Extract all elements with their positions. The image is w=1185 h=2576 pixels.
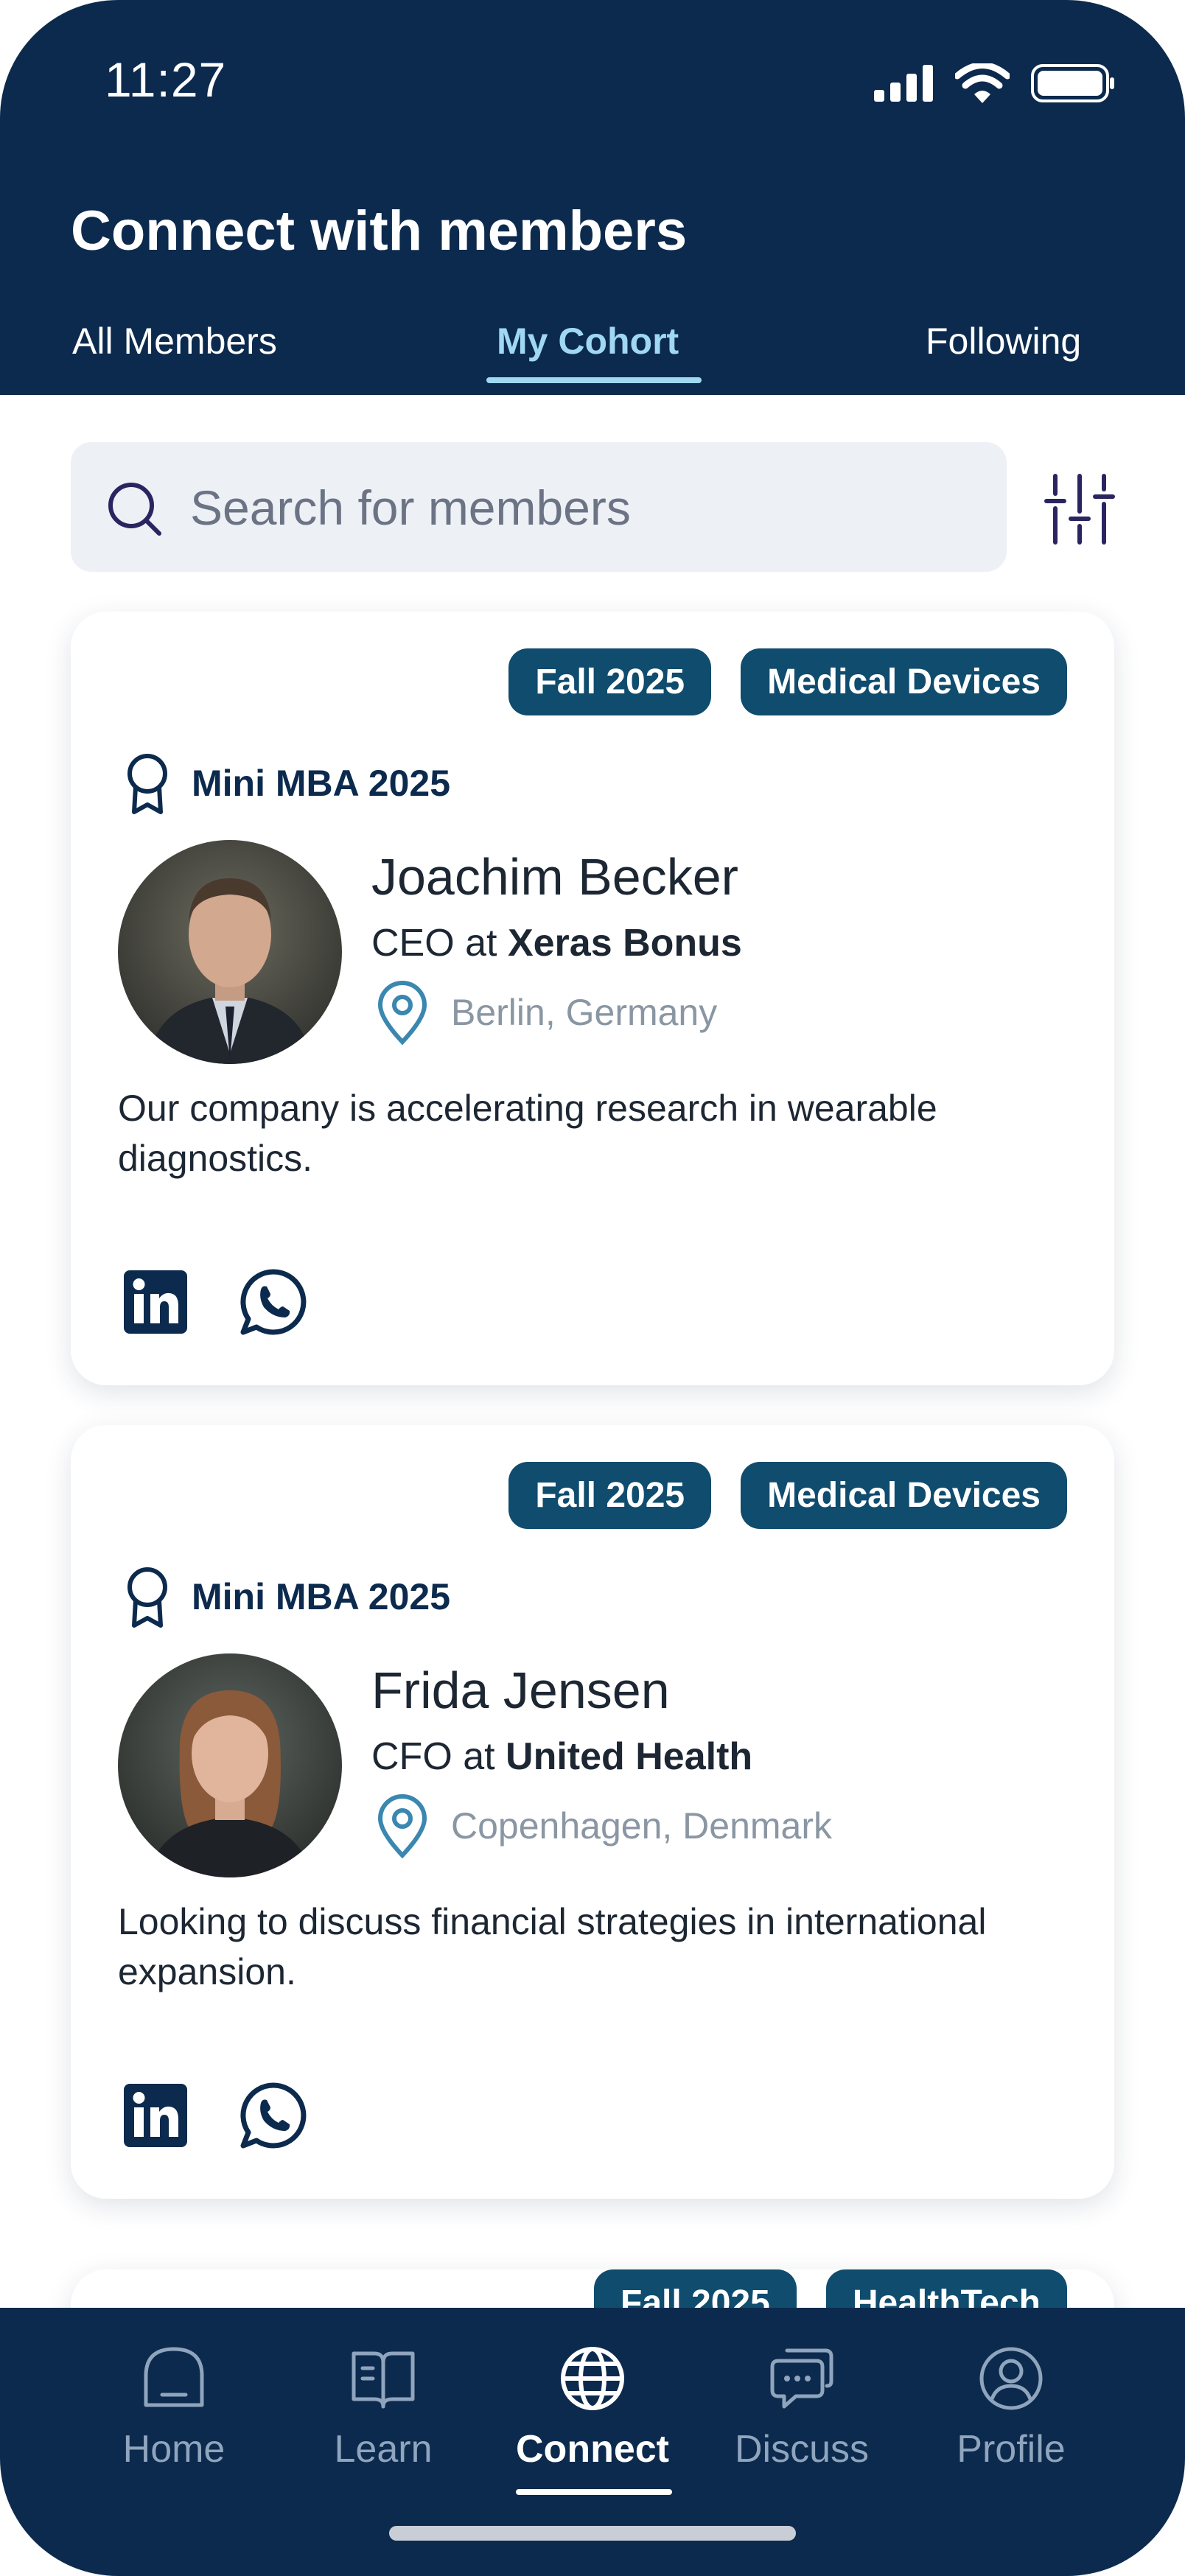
member-bio: Our company is accelerating research in …	[118, 1088, 937, 1179]
location-text: Berlin, Germany	[451, 992, 718, 1033]
member-card[interactable]: Fall 2025 Medical Devices Mini MBA 2025 …	[71, 612, 1114, 1385]
page-title: Connect with members	[71, 200, 688, 262]
search-icon	[108, 483, 161, 536]
phone-screen: 11:27 Connect with members All Members M…	[0, 0, 1185, 2576]
program-label: Mini MBA 2025	[192, 1576, 451, 1617]
location-pin-icon	[377, 981, 427, 1045]
company-name: Xeras Bonus	[507, 922, 742, 965]
cohort-tag: Fall 2025	[508, 648, 712, 715]
member-card[interactable]: Fall 2025 Medical Devices Mini MBA 2025 …	[71, 1425, 1114, 2199]
nav-connect[interactable]: Connect	[497, 2343, 688, 2471]
home-indicator	[389, 2526, 796, 2541]
wifi-icon	[955, 63, 1010, 103]
chat-icon	[770, 2348, 833, 2409]
header: 11:27 Connect with members All Members M…	[0, 0, 1185, 395]
user-icon	[979, 2347, 1043, 2410]
member-tabs: All Members My Cohort Following	[0, 309, 1185, 395]
member-name[interactable]: Joachim Becker	[371, 847, 738, 906]
home-icon	[144, 2347, 204, 2407]
ribbon-icon	[127, 754, 167, 814]
search-bar[interactable]	[71, 442, 1007, 572]
location-pin-icon	[377, 1794, 427, 1858]
member-name[interactable]: Frida Jensen	[371, 1661, 670, 1720]
program: Mini MBA 2025	[124, 1565, 450, 1628]
linkedin-icon[interactable]	[124, 2084, 187, 2147]
avatar[interactable]	[118, 1653, 342, 1877]
book-icon	[352, 2351, 415, 2409]
location: Berlin, Germany	[376, 980, 717, 1045]
status-time: 11:27	[105, 52, 227, 107]
active-nav-indicator	[516, 2489, 672, 2495]
whatsapp-icon[interactable]	[239, 1267, 308, 1337]
social-links	[124, 1267, 308, 1337]
whatsapp-icon[interactable]	[239, 2081, 308, 2150]
location: Copenhagen, Denmark	[376, 1793, 832, 1858]
industry-tag: Medical Devices	[741, 648, 1067, 715]
member-role: CFO at United Health	[371, 1735, 752, 1779]
nav-home[interactable]: Home	[78, 2343, 270, 2471]
tab-all-members[interactable]: All Members	[72, 320, 277, 363]
company-name: United Health	[506, 1735, 753, 1778]
nav-label: Discuss	[734, 2428, 870, 2471]
status-icons	[873, 63, 1116, 103]
cohort-tag: Fall 2025	[508, 1462, 712, 1529]
search-input[interactable]	[189, 477, 988, 538]
role-title: CFO at	[371, 1735, 495, 1778]
globe-icon	[561, 2347, 624, 2410]
signal-icon	[874, 65, 933, 102]
tag-row: Fall 2025 Medical Devices	[508, 648, 1067, 715]
nav-learn[interactable]: Learn	[287, 2343, 479, 2471]
sliders-icon	[1044, 474, 1115, 545]
tab-my-cohort[interactable]: My Cohort	[497, 320, 679, 363]
member-role: CEO at Xeras Bonus	[371, 921, 742, 965]
nav-label: Home	[122, 2428, 226, 2471]
nav-label: Learn	[334, 2428, 433, 2471]
location-text: Copenhagen, Denmark	[451, 1805, 832, 1847]
role-title: CEO at	[371, 922, 497, 965]
program: Mini MBA 2025	[124, 752, 450, 815]
social-links	[124, 2081, 308, 2150]
avatar[interactable]	[118, 840, 342, 1064]
linkedin-icon[interactable]	[124, 1270, 187, 1334]
active-tab-indicator	[486, 377, 702, 383]
tag-row: Fall 2025 Medical Devices	[508, 1462, 1067, 1529]
tab-following[interactable]: Following	[926, 320, 1081, 363]
ribbon-icon	[127, 1567, 167, 1628]
nav-profile[interactable]: Profile	[915, 2343, 1107, 2471]
nav-label: Connect	[516, 2428, 669, 2471]
nav-discuss[interactable]: Discuss	[706, 2343, 898, 2471]
nav-label: Profile	[957, 2428, 1066, 2471]
industry-tag: Medical Devices	[741, 1462, 1067, 1529]
bottom-nav: Home Learn Connect Discuss Profile	[0, 2308, 1185, 2576]
battery-icon	[1031, 64, 1114, 102]
filter-button[interactable]	[1039, 469, 1120, 550]
program-label: Mini MBA 2025	[192, 763, 451, 804]
member-bio: Looking to discuss financial strategies …	[118, 1901, 987, 1992]
